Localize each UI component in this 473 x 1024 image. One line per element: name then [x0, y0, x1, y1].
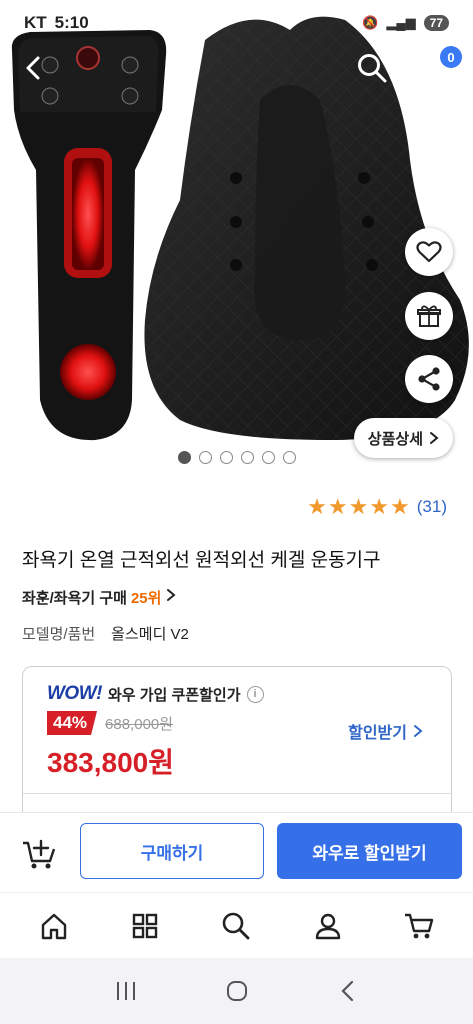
pagination-dot[interactable]: [282, 451, 296, 464]
recent-apps-icon: [116, 982, 135, 1000]
bottom-nav: [0, 892, 473, 958]
back-system-button[interactable]: [328, 971, 368, 1011]
cart-icon: [405, 913, 434, 938]
pagination-dot[interactable]: [261, 451, 275, 464]
model-info: 모델명/품번 올스메디 V2: [22, 623, 189, 644]
signal-icon: ▂▄▆: [386, 15, 416, 30]
star-icon: ★: [369, 494, 390, 519]
wishlist-button[interactable]: [405, 228, 453, 276]
chevron-left-icon: [26, 56, 40, 80]
category-icon: [132, 913, 158, 938]
nav-search[interactable]: [212, 902, 260, 950]
my-page-icon: [315, 913, 341, 939]
clock: 5:10: [54, 13, 89, 32]
back-button[interactable]: [12, 46, 56, 90]
review-count[interactable]: (31): [417, 497, 447, 517]
back-chevron-icon: [340, 980, 353, 1002]
wow-coupon-row: WOW! 와우 가입 쿠폰할인가 i: [47, 683, 264, 705]
home-icon: [41, 913, 66, 939]
category-rank-link[interactable]: 좌훈/좌욕기 구매 25위: [22, 587, 177, 608]
chevron-right-icon: [414, 725, 423, 737]
battery-indicator: 77: [423, 15, 449, 31]
share-button[interactable]: [405, 355, 453, 403]
discount-badge: 44%: [47, 711, 98, 735]
carrier: KT: [24, 13, 47, 32]
star-icon: ★: [348, 494, 369, 519]
original-price: 688,000원: [105, 715, 174, 733]
share-icon: [418, 367, 440, 391]
cart-count-badge: 0: [440, 46, 462, 68]
nav-cart[interactable]: [395, 902, 443, 950]
pagination-dot[interactable]: [240, 451, 254, 464]
rating[interactable]: ★ ★ ★ ★ ★ (31): [307, 496, 447, 518]
pagination-dot[interactable]: [219, 451, 233, 464]
mute-icon: 🔕: [362, 15, 379, 30]
product-photo: [11, 16, 469, 441]
star-icon: ★: [327, 494, 348, 519]
nav-home[interactable]: [30, 902, 78, 950]
model-value: 올스메디 V2: [111, 626, 189, 643]
add-to-cart-button[interactable]: [20, 833, 60, 873]
star-icon: ★: [307, 494, 327, 519]
wow-logo: WOW!: [47, 683, 102, 704]
add-cart-icon: [23, 839, 56, 869]
wow-discount-button[interactable]: 와우로 할인받기: [277, 823, 462, 879]
cart-button[interactable]: 0: [412, 46, 464, 90]
recent-apps-button[interactable]: [106, 971, 146, 1011]
discount-row: 44% 688,000원: [47, 711, 173, 735]
chevron-right-icon: [430, 432, 439, 444]
get-discount-link[interactable]: 할인받기: [348, 719, 423, 743]
system-navigation-bar: [0, 958, 473, 1024]
product-title: 좌욕기 온열 근적외선 원적외선 케겔 운동기구: [22, 550, 381, 571]
search-icon: [223, 912, 250, 939]
buy-now-button[interactable]: 구매하기: [80, 823, 264, 879]
search-button[interactable]: [350, 46, 394, 90]
get-discount-label: 할인받기: [348, 725, 407, 742]
chevron-right-icon: [167, 589, 176, 601]
card-divider: [23, 793, 451, 794]
product-image[interactable]: [0, 0, 473, 470]
search-icon: [358, 54, 387, 83]
model-label: 모델명/품번: [22, 626, 96, 643]
pagination-dot[interactable]: [177, 451, 191, 464]
pagination-dot[interactable]: [198, 451, 212, 464]
sale-price: 383,800원: [47, 747, 174, 778]
gift-button[interactable]: [405, 292, 453, 340]
nav-my-page[interactable]: [304, 902, 352, 950]
nav-category[interactable]: [121, 902, 169, 950]
star-icon: ★: [390, 494, 410, 519]
rank-number: 25위: [130, 590, 162, 607]
home-system-button[interactable]: [217, 971, 257, 1011]
purchase-bar: 구매하기 와우로 할인받기: [0, 812, 473, 892]
wow-coupon-label: 와우 가입 쿠폰할인가: [107, 686, 241, 704]
product-detail-label: 상품상세: [367, 430, 423, 448]
status-bar: KT 5:10 🔕 ▂▄▆ 77: [0, 0, 473, 46]
heart-icon: [416, 241, 442, 263]
gift-icon: [417, 305, 441, 327]
rank-category: 좌훈/좌욕기 구매: [22, 590, 127, 607]
home-circle-icon: [226, 981, 247, 1001]
gallery-pagination[interactable]: [0, 451, 473, 464]
info-icon[interactable]: i: [246, 685, 264, 703]
